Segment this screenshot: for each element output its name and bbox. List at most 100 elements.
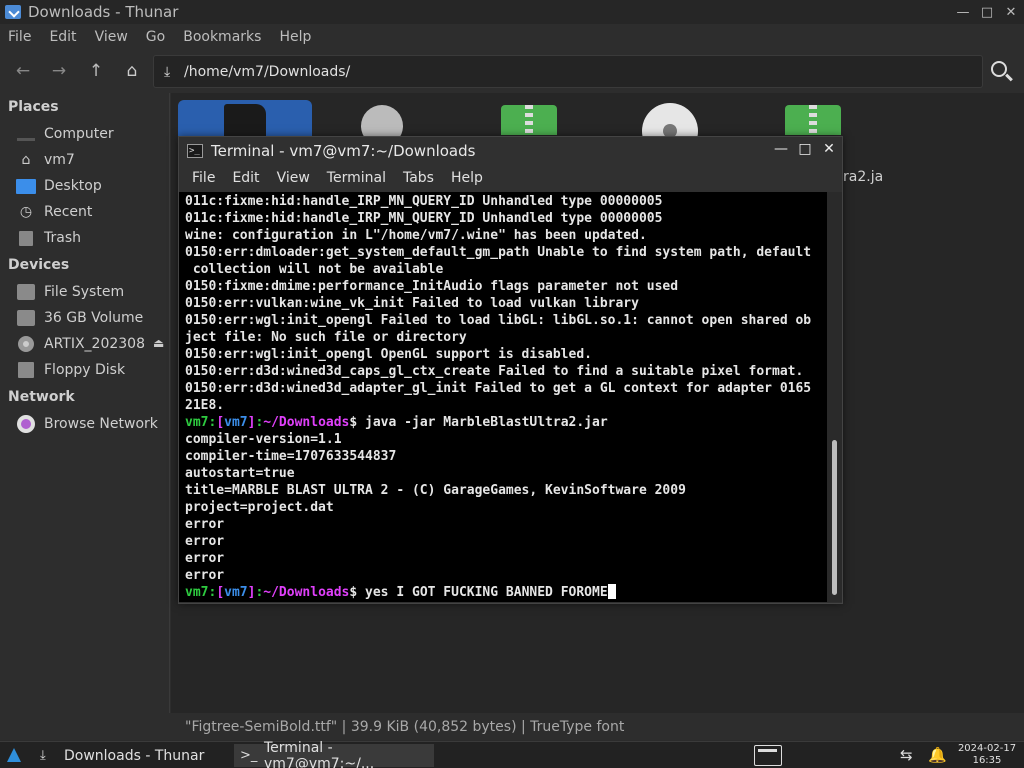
terminal-window-title: Terminal - vm7@vm7:~/Downloads [211,142,476,160]
terminal-icon: >_ [240,748,258,763]
term-menu-terminal[interactable]: Terminal [327,170,386,186]
terminal-scrollbar[interactable] [827,192,842,602]
font-file-icon [224,104,266,140]
network-icon [16,415,36,433]
output-line: 011c:fixme:hid:handle_IRP_MN_QUERY_ID Un… [185,194,663,209]
sidebar-item-artix[interactable]: ARTIX_202308 [16,333,145,355]
menu-view[interactable]: View [95,29,128,45]
term-menu-edit[interactable]: Edit [232,170,259,186]
notification-bell-icon[interactable]: 🔔 [928,746,947,764]
prompt-line[interactable]: vm7:[vm7]:~/Downloads$ yes I GOT FUCKING… [185,584,827,601]
clock[interactable]: 2024-02-17 16:35 [956,743,1018,767]
forward-arrow-icon[interactable]: → [48,60,70,82]
prompt-line: vm7:[vm7]:~/Downloads$ java -jar MarbleB… [185,415,608,430]
sidebar-heading-places: Places [8,99,59,115]
output-line: ject file: No such file or directory [185,330,467,345]
download-icon: ⤓ [164,63,171,80]
status-bar: "Figtree-SemiBold.ttf" | 39.9 KiB (40,85… [185,719,625,735]
output-line: 0150:err:d3d:wined3d_adapter_gl_init Fai… [185,381,812,396]
output-line: 21E8. [185,398,225,413]
close-icon[interactable]: ✕ [822,141,836,157]
file-item-selected[interactable] [178,100,312,140]
output-line: autostart=true [185,466,295,481]
jar-archive-icon [809,105,817,135]
maximize-icon[interactable]: □ [980,5,994,20]
scrollbar-thumb[interactable] [832,440,837,595]
search-button[interactable] [988,58,1016,86]
folder-download-icon [5,5,21,19]
desktop: Downloads - Thunar — □ ✕ File Edit View … [0,0,1024,768]
recent-icon: ◷ [19,204,33,220]
output-line: collection will not be available [185,262,444,277]
prompt-user: vm7 [185,415,209,430]
output-line: 0150:err:wgl:init_opengl OpenGL support … [185,347,592,362]
sidebar-item-file-system[interactable]: File System [16,281,124,303]
up-arrow-icon[interactable]: ↑ [85,60,107,82]
file-item-settings[interactable] [361,105,403,147]
menu-file[interactable]: File [8,29,31,45]
network-status-icon[interactable]: ⇆ [900,746,918,764]
desktop-icon [16,178,36,194]
terminal-window: >_ Terminal - vm7@vm7:~/Downloads — □ ✕ … [178,136,843,604]
file-label-partial: ra2.ja [843,169,884,185]
terminal-output[interactable]: 011c:fixme:hid:handle_IRP_MN_QUERY_ID Un… [179,192,827,602]
location-path[interactable]: /home/vm7/Downloads/ [184,64,350,80]
menu-bookmarks[interactable]: Bookmarks [183,29,261,45]
sidebar-item-recent[interactable]: ◷ Recent [16,201,93,223]
file-item-archive-2[interactable] [785,105,841,135]
output-line: 0150:err:d3d:wined3d_caps_gl_ctx_create … [185,364,804,379]
sidebar-item-vm7[interactable]: ⌂ vm7 [16,149,75,171]
eject-icon[interactable]: ⏏ [153,336,164,350]
taskbar: ⤓ Downloads - Thunar >_ Terminal - vm7@v… [0,740,1024,768]
term-menu-view[interactable]: View [277,170,310,186]
sidebar-item-browse-network[interactable]: Browse Network [16,413,158,435]
file-item-archive-1[interactable] [501,105,557,135]
thunar-titlebar[interactable]: Downloads - Thunar — □ ✕ [0,0,1024,24]
close-icon[interactable]: ✕ [1004,5,1018,20]
trash-icon [16,230,36,246]
output-line: 0150:err:wgl:init_opengl Failed to load … [185,313,812,328]
sidebar-item-computer[interactable]: Computer [16,123,114,145]
sidebar-item-36gb-volume[interactable]: 36 GB Volume [16,307,143,329]
floppy-icon [16,362,36,378]
term-menu-help[interactable]: Help [451,170,483,186]
home-icon: ⌂ [21,152,31,168]
term-menu-tabs[interactable]: Tabs [403,170,434,186]
sidebar-item-trash[interactable]: Trash [16,227,81,249]
command-input[interactable]: yes I GOT FUCKING BANNED FOROME [365,585,608,600]
terminal-icon: >_ [187,144,203,158]
task-thunar[interactable]: ⤓ Downloads - Thunar [34,744,230,767]
output-line: 011c:fixme:hid:handle_IRP_MN_QUERY_ID Un… [185,211,663,226]
artix-menu-icon[interactable] [6,747,22,763]
back-arrow-icon[interactable]: ← [12,60,34,82]
term-menu-file[interactable]: File [192,170,215,186]
terminal-titlebar[interactable]: >_ Terminal - vm7@vm7:~/Downloads — □ ✕ [179,137,842,165]
text-cursor [607,584,616,599]
output-line: title=MARBLE BLAST ULTRA 2 - (C) GarageG… [185,483,686,498]
home-icon[interactable]: ⌂ [121,60,143,82]
menu-edit[interactable]: Edit [49,29,76,45]
output-line: compiler-time=1707633544837 [185,449,397,464]
output-line: error [185,568,225,583]
minimize-icon[interactable]: — [774,141,788,157]
menu-help[interactable]: Help [279,29,311,45]
menu-go[interactable]: Go [146,29,165,45]
output-line: compiler-version=1.1 [185,432,342,447]
show-desktop-icon[interactable] [754,745,782,766]
maximize-icon[interactable]: □ [798,141,812,157]
sidebar: Places Computer ⌂ vm7 Desktop ◷ Recent T… [0,93,170,713]
output-line: wine: configuration in L"/home/vm7/.wine… [185,228,647,243]
file-item-disc-image[interactable] [642,103,698,159]
output-line: error [185,517,225,532]
terminal-menubar: File Edit View Terminal Tabs Help [179,167,500,189]
output-line: error [185,534,225,549]
output-line: 0150:fixme:dmime:performance_InitAudio f… [185,279,679,294]
command-line: java -jar MarbleBlastUltra2.jar [365,415,608,430]
sidebar-item-floppy[interactable]: Floppy Disk [16,359,125,381]
task-terminal[interactable]: >_ Terminal - vm7@vm7:~/... [234,740,434,768]
minimize-icon[interactable]: — [956,5,970,20]
output-line: 0150:err:vulkan:wine_vk_init Failed to l… [185,296,639,311]
thunar-menubar: File Edit View Go Bookmarks Help [0,25,329,49]
location-bar[interactable]: ⤓ /home/vm7/Downloads/ [153,55,983,88]
sidebar-item-desktop[interactable]: Desktop [16,175,102,197]
